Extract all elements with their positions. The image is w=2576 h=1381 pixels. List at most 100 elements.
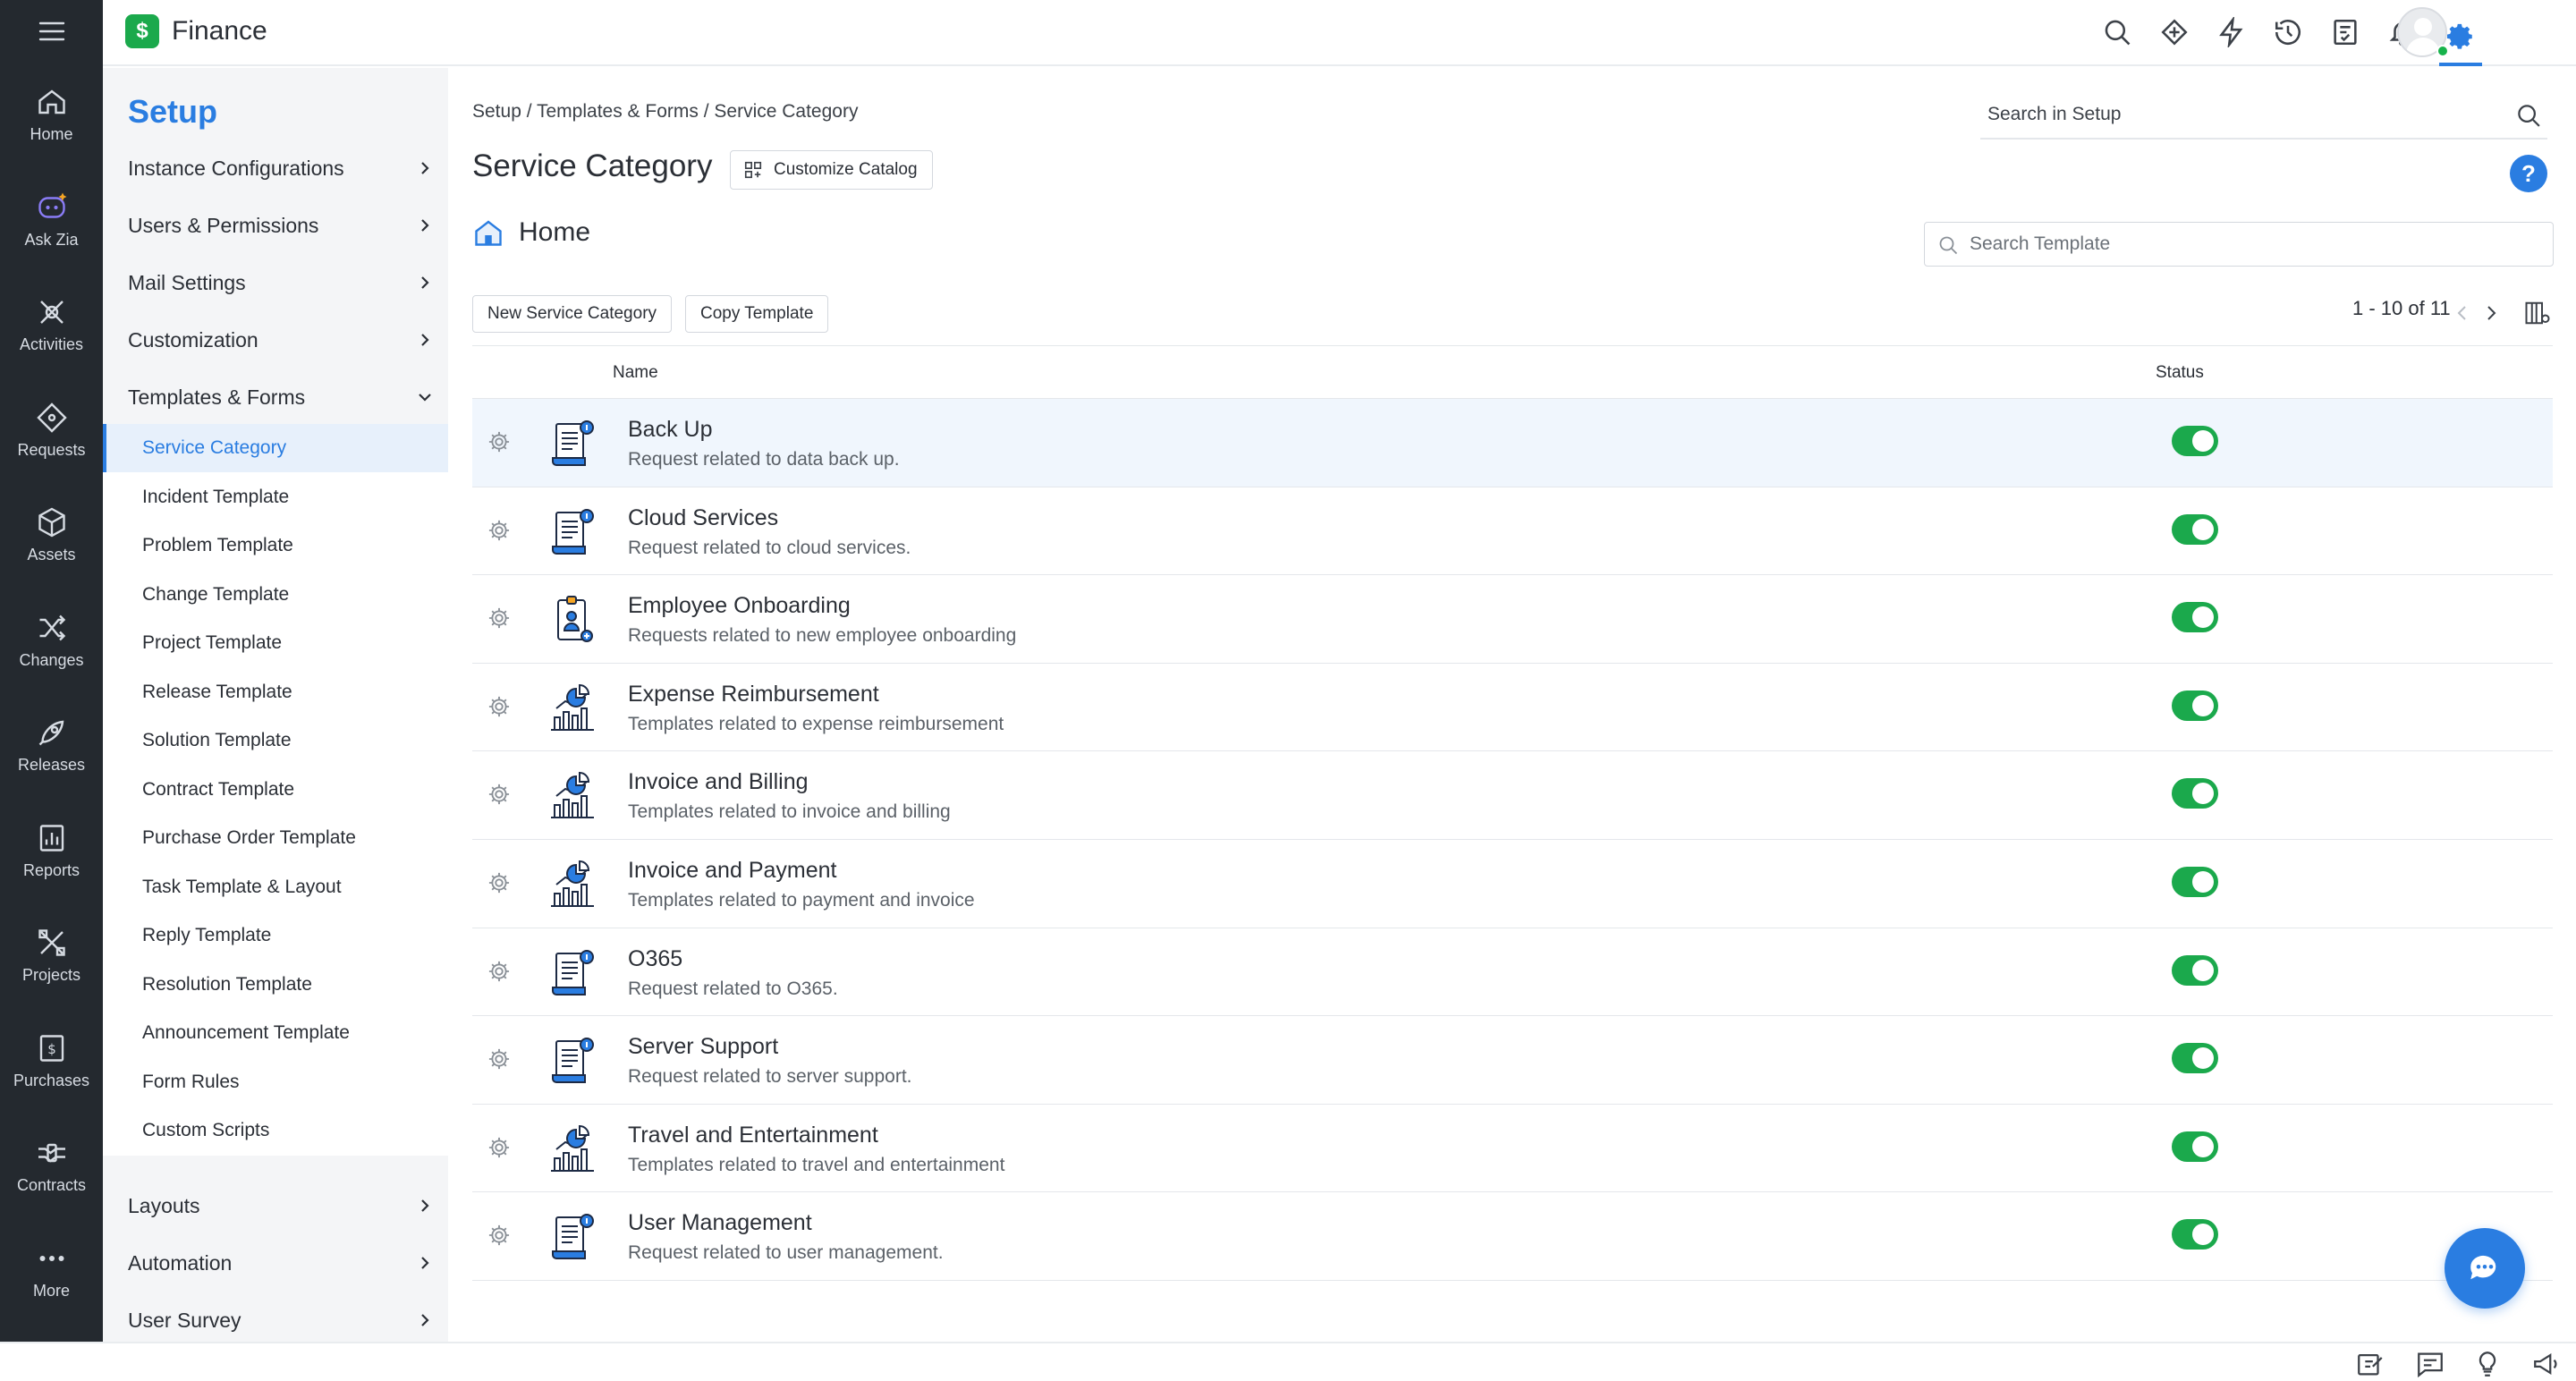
row-name[interactable]: Employee Onboarding [628,593,851,619]
submenu-reply-template[interactable]: Reply Template [103,911,448,960]
table-row[interactable]: Employee Onboarding Requests related to n… [472,575,2553,664]
status-toggle[interactable] [2172,778,2218,809]
submenu-solution-template[interactable]: Solution Template [103,716,448,765]
rail-item-projects[interactable]: Projects [0,903,103,1009]
row-settings-gear-icon[interactable] [487,1223,512,1248]
rail-item-contracts[interactable]: Contracts [0,1114,103,1219]
rail-item-changes[interactable]: Changes [0,589,103,694]
rail-item-requests[interactable]: Requests [0,378,103,484]
column-settings-icon[interactable] [2524,300,2551,326]
status-toggle[interactable] [2172,1043,2218,1074]
status-toggle[interactable] [2172,954,2218,986]
menu-instance-configurations[interactable]: Instance Configurations [103,140,448,197]
lightbulb-icon[interactable] [2472,1349,2503,1379]
edit-note-icon[interactable] [2355,1349,2385,1379]
row-name[interactable]: Cloud Services [628,505,778,531]
row-name[interactable]: Travel and Entertainment [628,1123,878,1148]
table-row[interactable]: Cloud Services Request related to cloud s… [472,487,2553,576]
breadcrumb[interactable]: Setup / Templates & Forms / Service Cate… [472,101,858,123]
status-toggle[interactable] [2172,1131,2218,1162]
rail-item-more[interactable]: More [0,1219,103,1325]
submenu-project-template[interactable]: Project Template [103,619,448,667]
quick-create-button[interactable] [2210,11,2253,54]
menu-users-permissions[interactable]: Users & Permissions [103,197,448,254]
history-button[interactable] [2267,11,2309,54]
row-settings-gear-icon[interactable] [487,1135,512,1160]
notes-button[interactable] [2324,11,2367,54]
submenu-problem-template[interactable]: Problem Template [103,521,448,570]
menu-customization[interactable]: Customization [103,311,448,369]
row-name[interactable]: Back Up [628,417,712,443]
submenu-change-template[interactable]: Change Template [103,571,448,619]
table-row[interactable]: Travel and Entertainment Templates relate… [472,1105,2553,1193]
rail-item-reports[interactable]: Reports [0,799,103,904]
row-settings-gear-icon[interactable] [487,959,512,984]
row-name[interactable]: Server Support [628,1034,778,1060]
rail-item-ask-zia[interactable]: Ask Zia [0,168,103,274]
submenu-custom-scripts[interactable]: Custom Scripts [103,1106,448,1155]
table-row[interactable]: Invoice and Payment Templates related to … [472,840,2553,928]
brand[interactable]: $ Finance [125,14,267,48]
submenu-announcement-template[interactable]: Announcement Template [103,1009,448,1057]
table-row[interactable]: Back Up Request related to data back up. [472,399,2553,487]
row-name[interactable]: O365 [628,946,682,972]
table-row[interactable]: Server Support Request related to server … [472,1016,2553,1105]
rail-item-home[interactable]: Home [0,63,103,168]
rail-item-releases[interactable]: Releases [0,693,103,799]
row-settings-gear-icon[interactable] [487,518,512,543]
submenu-release-template[interactable]: Release Template [103,668,448,716]
menu-user-survey[interactable]: User Survey [103,1292,448,1342]
row-settings-gear-icon[interactable] [487,870,512,895]
row-name[interactable]: Invoice and Billing [628,769,809,795]
help-button[interactable]: ? [2510,155,2547,192]
status-toggle[interactable] [2172,426,2218,456]
submenu-contract-template[interactable]: Contract Template [103,766,448,814]
megaphone-icon[interactable] [2531,1349,2562,1379]
new-service-category-button[interactable]: New Service Category [472,295,673,333]
row-name[interactable]: User Management [628,1210,812,1236]
column-name-header[interactable]: Name [613,363,658,383]
customize-catalog-button[interactable]: Customize Catalog [730,150,933,190]
menu-layouts[interactable]: Layouts [103,1177,448,1234]
row-settings-gear-icon[interactable] [487,606,512,631]
table-row[interactable]: User Management Request related to user m… [472,1192,2553,1281]
status-toggle[interactable] [2172,1219,2218,1250]
menu-automation[interactable]: Automation [103,1234,448,1292]
quick-actions-button[interactable] [2153,11,2196,54]
table-row[interactable]: Invoice and Billing Templates related to … [472,751,2553,840]
chevron-right-icon[interactable] [2481,299,2501,327]
status-toggle[interactable] [2172,602,2218,633]
row-settings-gear-icon[interactable] [487,429,512,454]
submenu-form-rules[interactable]: Form Rules [103,1058,448,1106]
menu-templates-forms[interactable]: Templates & Forms [103,369,448,426]
row-settings-gear-icon[interactable] [487,694,512,719]
copy-template-button[interactable]: Copy Template [685,295,829,333]
table-row[interactable]: O365 Request related to O365. [472,928,2553,1017]
column-status-header[interactable]: Status [2156,363,2204,383]
status-toggle[interactable] [2172,513,2218,545]
status-toggle[interactable] [2172,690,2218,721]
hamburger-menu-button[interactable] [0,0,103,63]
global-search-button[interactable] [2096,11,2139,54]
rail-item-purchases[interactable]: $ Purchases [0,1009,103,1114]
search-setup-input[interactable]: Search in Setup [1980,91,2547,140]
submenu-task-template-layout[interactable]: Task Template & Layout [103,863,448,911]
row-name[interactable]: Invoice and Payment [628,858,836,884]
row-settings-gear-icon[interactable] [487,1046,512,1072]
menu-mail-settings[interactable]: Mail Settings [103,254,448,311]
submenu-incident-template[interactable]: Incident Template [103,473,448,521]
row-settings-gear-icon[interactable] [487,782,512,807]
status-toggle[interactable] [2172,866,2218,897]
search-template-input[interactable]: Search Template [1924,222,2554,267]
chat-button[interactable] [2445,1228,2525,1309]
row-name[interactable]: Expense Reimbursement [628,682,879,707]
rail-item-activities[interactable]: Activities [0,273,103,378]
table-row[interactable]: Expense Reimbursement Templates related t… [472,664,2553,752]
chat-icon[interactable] [2415,1349,2445,1379]
submenu-resolution-template[interactable]: Resolution Template [103,961,448,1009]
submenu-purchase-order-template[interactable]: Purchase Order Template [103,814,448,862]
catalog-home[interactable]: Home [472,216,590,249]
chevron-left-icon[interactable] [2453,299,2472,327]
submenu-service-category[interactable]: Service Category [103,424,448,472]
rail-item-assets[interactable]: Assets [0,483,103,589]
